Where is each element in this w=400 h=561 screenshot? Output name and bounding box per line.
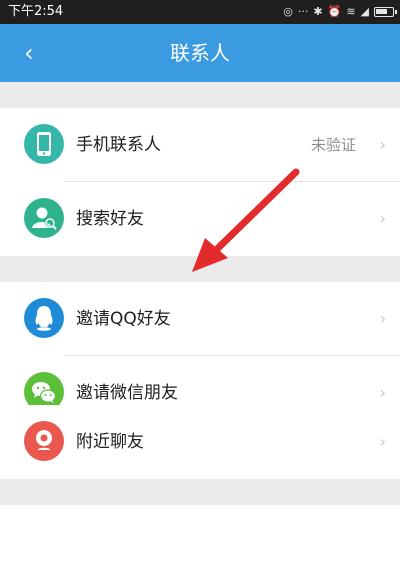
battery-icon — [374, 7, 397, 17]
status-bar: 下午2:54 ◎ ··· ✱ ⏰ ≋ ◢ — [0, 0, 400, 24]
verification-status: 未验证 — [310, 136, 356, 154]
chevron-right-icon: › — [379, 209, 386, 228]
status-time: 下午2:54 — [8, 4, 64, 19]
page-title: 联系人 — [170, 41, 230, 65]
item-label: 搜索好友 — [76, 209, 144, 229]
wifi-icon: ≋ — [346, 5, 356, 18]
list-item-search-friends[interactable]: 搜索好友 › — [0, 182, 400, 256]
ring-icon: ◎ — [283, 5, 293, 18]
section-gap — [0, 82, 400, 108]
list-item-nearby-chat[interactable]: 附近聊友 › — [0, 405, 400, 479]
item-label: 手机联系人 — [76, 135, 161, 155]
phone-icon — [24, 124, 64, 164]
qq-icon — [24, 298, 64, 338]
list-item-phone-contacts[interactable]: 手机联系人 未验证 › — [0, 108, 400, 182]
section-gap — [0, 256, 400, 282]
chevron-right-icon: › — [379, 432, 386, 451]
item-label: 邀请QQ好友 — [76, 309, 171, 329]
list-item-invite-qq[interactable]: 邀请QQ好友 › — [0, 282, 400, 356]
more-icon: ··· — [297, 5, 309, 18]
chevron-right-icon: › — [379, 135, 386, 154]
search-friend-icon — [24, 198, 64, 238]
app-header: ‹ 联系人 — [0, 24, 400, 82]
section-gap — [0, 479, 400, 505]
bluetooth-icon: ✱ — [313, 5, 323, 18]
signal-icon: ◢ — [360, 5, 369, 18]
status-icons: ◎ ··· ✱ ⏰ ≋ ◢ — [283, 0, 397, 24]
chevron-right-icon: › — [379, 309, 386, 328]
nearby-icon — [24, 421, 64, 461]
alarm-icon: ⏰ — [327, 5, 342, 18]
item-label: 附近聊友 — [76, 432, 144, 452]
